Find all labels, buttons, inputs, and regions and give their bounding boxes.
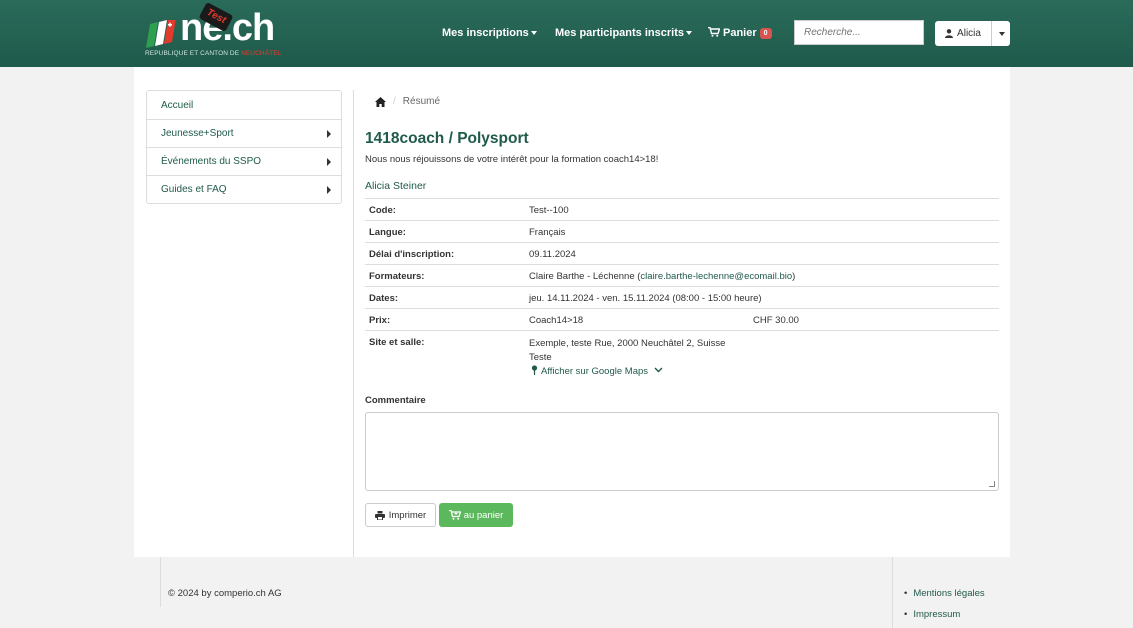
comment-textarea[interactable]: [365, 412, 999, 491]
row-label: Site et salle:: [369, 337, 425, 348]
row-label: Prix:: [369, 315, 391, 326]
page-title: 1418coach / Polysport: [365, 130, 529, 147]
sidebar-item-evenements[interactable]: Événements du SSPO: [147, 147, 341, 175]
google-maps-label: Afficher sur Google Maps: [541, 366, 649, 377]
caret-down-icon: [530, 31, 537, 36]
column-divider: [353, 90, 354, 557]
add-to-cart-button[interactable]: au panier: [439, 503, 513, 527]
row-value: 09.11.2024: [529, 249, 576, 260]
footer-links: • Mentions légales • Impressum: [904, 588, 985, 628]
row-label: Dates:: [369, 293, 399, 304]
home-icon[interactable]: [375, 96, 386, 107]
footer-copyright: © 2024 by comperio.ch AG: [168, 588, 282, 599]
sidebar-item-guides[interactable]: Guides et FAQ: [147, 175, 341, 203]
print-button[interactable]: Imprimer: [365, 503, 436, 527]
footer-divider-right: [892, 557, 893, 628]
nav-mes-inscriptions-label: Mes inscriptions: [442, 27, 529, 39]
chevron-right-icon: [327, 186, 331, 194]
nav-mes-inscriptions[interactable]: Mes inscriptions: [442, 27, 537, 39]
footer-divider-left: [160, 557, 161, 607]
table-row: Langue: Français: [365, 220, 999, 242]
sidebar-item-label: Jeunesse+Sport: [161, 128, 234, 139]
logo-subtitle-highlight: NEUCHÂTEL: [241, 50, 282, 57]
footer-link-mentions[interactable]: Mentions légales: [913, 588, 984, 599]
row-value: Exemple, teste Rue, 2000 Neuchâtel 2, Su…: [529, 337, 725, 364]
site-logo[interactable]: ne.ch Test REPUBLIQUE ET CANTON DE NEUCH…: [145, 2, 295, 62]
row-label: Formateurs:: [369, 271, 425, 282]
footer-link-item: • Mentions légales: [904, 588, 985, 609]
address-line-2: Teste: [529, 351, 552, 363]
row-value: Français: [529, 227, 566, 238]
details-table: Code: Test--100 Langue: Français Délai d…: [365, 198, 999, 382]
google-maps-link[interactable]: Afficher sur Google Maps: [529, 365, 663, 377]
caret-down-icon: [686, 31, 692, 36]
sidebar-item-label: Accueil: [161, 99, 194, 111]
sidebar-item-accueil[interactable]: Accueil: [147, 91, 341, 119]
nav-mes-participants-label: Mes participants inscrits: [555, 27, 684, 39]
trainer-suffix: ): [792, 271, 796, 282]
breadcrumb-current: Résumé: [402, 96, 441, 107]
breadcrumb: / Résumé: [375, 96, 440, 107]
flag-icon: [146, 20, 176, 48]
table-row: Dates: jeu. 14.11.2024 - ven. 15.11.2024…: [365, 286, 999, 308]
address-line-1: Exemple, teste Rue, 2000 Neuchâtel 2, Su…: [529, 338, 726, 349]
user-icon: [945, 29, 954, 38]
row-label: Code:: [369, 205, 396, 216]
nav-panier[interactable]: Panier 0: [708, 27, 772, 39]
price-amount: CHF 30.00: [753, 315, 799, 326]
map-pin-icon: [531, 365, 538, 375]
footer-link-item: • Impressum: [904, 609, 985, 628]
sidebar-menu: Accueil Jeunesse+Sport Événements du SSP…: [146, 90, 342, 204]
bullet-icon: •: [904, 588, 908, 599]
resize-handle-icon[interactable]: [989, 481, 995, 487]
row-value: jeu. 14.11.2024 - ven. 15.11.2024 (08:00…: [529, 293, 762, 304]
logo-subtitle: REPUBLIQUE ET CANTON DE NEUCHÂTEL: [145, 50, 281, 57]
sidebar-item-label: Événements du SSPO: [161, 156, 262, 167]
table-row: Code: Test--100: [365, 198, 999, 220]
logo-subtitle-prefix: REPUBLIQUE ET CANTON DE: [145, 50, 242, 57]
cart-plus-icon: [448, 510, 461, 520]
table-row: Site et salle: Exemple, teste Rue, 2000 …: [365, 330, 999, 382]
chevron-right-icon: [327, 158, 331, 166]
user-dropdown-toggle[interactable]: [992, 21, 1010, 46]
caret-down-icon: [999, 31, 1005, 36]
row-value: Coach14>18: [529, 315, 584, 326]
breadcrumb-separator: /: [393, 96, 396, 107]
printer-icon: [374, 510, 385, 520]
chevron-right-icon: [327, 130, 331, 138]
footer-link-impressum[interactable]: Impressum: [913, 609, 960, 620]
sidebar-item-jeunesse-sport[interactable]: Jeunesse+Sport: [147, 119, 341, 147]
trainer-email-link[interactable]: claire.barthe-lechenne@ecomail.bio: [640, 271, 792, 282]
table-row: Délai d'inscription: 09.11.2024: [365, 242, 999, 264]
print-button-label: Imprimer: [388, 509, 427, 521]
row-value: Claire Barthe - Léchenne (claire.barthe-…: [529, 271, 795, 282]
page-subtitle: Nous nous réjouissons de votre intérêt p…: [365, 154, 659, 165]
trainer-name: Claire Barthe - Léchenne (: [529, 271, 641, 282]
nav-panier-label: Panier: [723, 27, 757, 39]
chevron-down-icon: [654, 367, 663, 373]
row-label: Délai d'inscription:: [369, 249, 455, 260]
cart-icon: [708, 27, 720, 37]
row-value: Test--100: [529, 205, 569, 216]
user-name: Alicia: [957, 28, 981, 39]
cart-count-badge: 0: [759, 28, 772, 39]
search-input[interactable]: [794, 20, 924, 45]
bullet-icon: •: [904, 609, 908, 620]
add-to-cart-label: au panier: [463, 509, 504, 521]
user-button[interactable]: Alicia: [935, 21, 992, 46]
table-row: Formateurs: Claire Barthe - Léchenne (cl…: [365, 264, 999, 286]
sidebar-item-label: Guides et FAQ: [161, 184, 227, 195]
table-row: Prix: Coach14>18 CHF 30.00: [365, 308, 999, 330]
comment-label: Commentaire: [365, 395, 426, 406]
participant-name: Alicia Steiner: [365, 180, 427, 192]
user-menu[interactable]: Alicia: [935, 21, 1010, 46]
nav-mes-participants[interactable]: Mes participants inscrits: [555, 27, 692, 39]
header-bar: ne.ch Test REPUBLIQUE ET CANTON DE NEUCH…: [0, 0, 1133, 67]
row-label: Langue:: [369, 227, 406, 238]
